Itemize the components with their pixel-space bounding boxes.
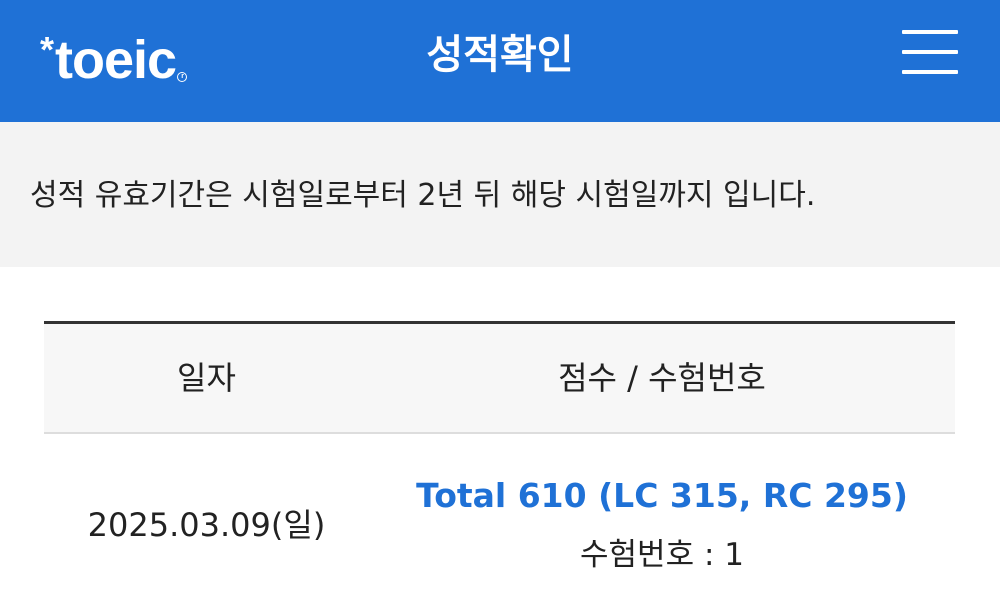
- exam-number: 수험번호 : 1: [580, 537, 744, 573]
- column-header-date: 일자: [177, 359, 236, 397]
- validity-notice: 성적 유효기간은 시험일로부터 2년 뒤 해당 시험일까지 입니다.: [0, 122, 1000, 267]
- table-header: 일자 점수 / 수험번호: [44, 321, 955, 434]
- total-score-link[interactable]: Total 610 (LC 315, RC 295): [369, 476, 955, 515]
- table-row: 2025.03.09(일) Total 610 (LC 315, RC 295)…: [44, 434, 955, 614]
- app-header: * toeic r 성적확인: [0, 0, 1000, 122]
- hamburger-menu-icon[interactable]: [896, 26, 962, 86]
- logo-text: toeic: [55, 30, 177, 90]
- toeic-logo[interactable]: * toeic r: [40, 29, 188, 90]
- exam-date: 2025.03.09(일): [87, 506, 326, 544]
- menu-bar-top: [902, 30, 958, 34]
- menu-bar-bottom: [902, 70, 958, 74]
- menu-bar-middle: [902, 50, 958, 54]
- validity-notice-text: 성적 유효기간은 시험일로부터 2년 뒤 해당 시험일까지 입니다.: [30, 178, 816, 213]
- column-header-score: 점수 / 수험번호: [558, 359, 766, 397]
- registered-mark-icon: r: [177, 72, 188, 82]
- logo-star-icon: *: [40, 29, 54, 70]
- score-table: 일자 점수 / 수험번호 2025.03.09(일) Total 610 (LC…: [44, 321, 955, 614]
- score-cell: Total 610 (LC 315, RC 295) 수험번호 : 1: [369, 476, 955, 574]
